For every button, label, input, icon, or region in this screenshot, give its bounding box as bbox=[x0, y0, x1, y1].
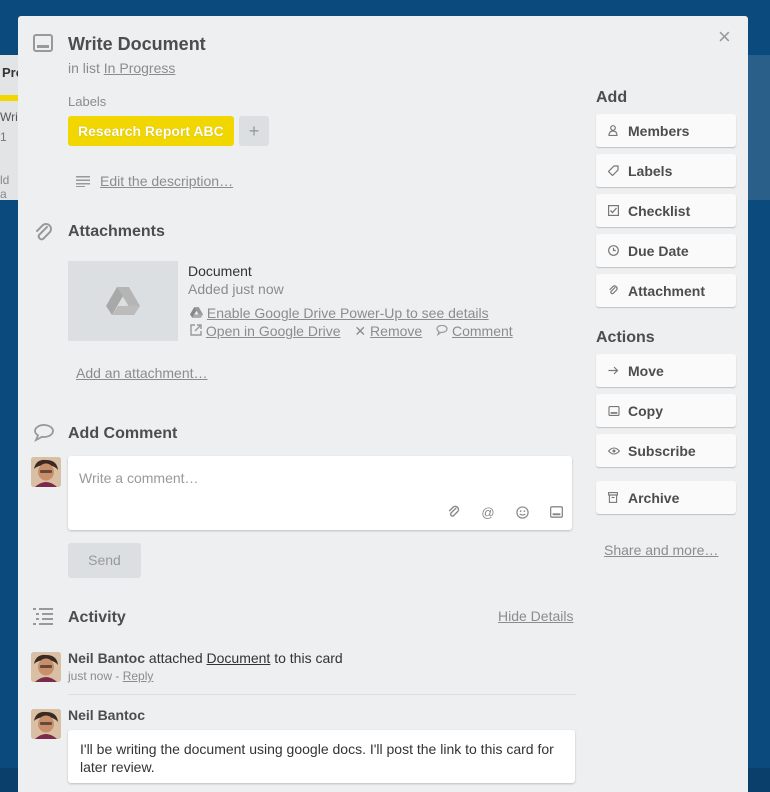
activity-action: attached bbox=[148, 650, 203, 666]
due-date-label: Due Date bbox=[628, 242, 689, 259]
attachment-button[interactable]: Attachment bbox=[596, 274, 736, 307]
avatar[interactable] bbox=[31, 652, 61, 682]
activity-heading: Activity bbox=[68, 609, 126, 626]
share-and-more-link[interactable]: Share and more… bbox=[604, 542, 718, 558]
comment-input[interactable] bbox=[68, 456, 572, 500]
in-list-text: in list In Progress bbox=[68, 60, 175, 76]
activity-time: just now bbox=[68, 669, 113, 683]
comment-author[interactable]: Neil Bantoc bbox=[68, 707, 145, 723]
description-icon bbox=[76, 174, 90, 190]
attachment-actions: Open in Google Drive ✕ Remove Comment bbox=[190, 323, 513, 340]
card-title[interactable]: Write Document bbox=[68, 34, 206, 55]
members-button[interactable]: Members bbox=[596, 114, 736, 147]
checkbox-icon bbox=[608, 205, 624, 216]
card-icon bbox=[608, 405, 624, 416]
reply-link[interactable]: Reply bbox=[123, 669, 154, 683]
activity-separator: - bbox=[115, 669, 120, 683]
attachment-label: Attachment bbox=[628, 282, 706, 299]
background-card-label bbox=[0, 95, 18, 101]
person-icon bbox=[608, 125, 624, 136]
labels-heading: Labels bbox=[68, 94, 107, 109]
attachments-heading: Attachments bbox=[68, 223, 165, 240]
card-icon bbox=[33, 34, 53, 55]
attachment-name: Document bbox=[188, 263, 252, 279]
comment-text[interactable]: I'll be writing the document using googl… bbox=[68, 730, 575, 783]
add-label-button[interactable]: + bbox=[239, 116, 269, 146]
mention-icon[interactable]: @ bbox=[480, 504, 496, 520]
subscribe-label: Subscribe bbox=[628, 442, 696, 459]
labels-label: Labels bbox=[628, 162, 673, 179]
background-list: Pro Write 1 ld a bbox=[0, 55, 28, 201]
edit-description-link[interactable]: Edit the description… bbox=[100, 173, 233, 189]
add-heading: Add bbox=[596, 89, 628, 106]
activity-meta: just now - Reply bbox=[68, 669, 153, 683]
google-drive-icon bbox=[106, 287, 140, 315]
clock-icon bbox=[608, 245, 624, 256]
paperclip-icon bbox=[33, 222, 55, 247]
label-research-report[interactable]: Research Report ABC bbox=[68, 116, 234, 146]
activity-author[interactable]: Neil Bantoc bbox=[68, 650, 145, 666]
add-comment-heading: Add Comment bbox=[68, 425, 178, 442]
copy-label: Copy bbox=[628, 402, 663, 419]
card-link-icon[interactable] bbox=[548, 504, 564, 520]
comment-attachment-link[interactable]: Comment bbox=[452, 323, 513, 339]
background-card-badge: 1 bbox=[0, 130, 7, 144]
external-link-icon bbox=[190, 323, 206, 339]
in-list-prefix: in list bbox=[68, 60, 100, 76]
attachment-thumbnail[interactable] bbox=[68, 261, 178, 341]
eye-icon bbox=[608, 446, 624, 455]
enable-powerup-row: Enable Google Drive Power-Up to see deta… bbox=[190, 305, 489, 321]
activity-suffix: to this card bbox=[274, 650, 343, 666]
divider bbox=[68, 694, 576, 695]
close-icon[interactable]: × bbox=[718, 24, 731, 50]
archive-button[interactable]: Archive bbox=[596, 481, 736, 514]
description-edit[interactable]: Edit the description… bbox=[76, 173, 233, 190]
google-drive-small-icon bbox=[190, 305, 207, 321]
activity-target-link[interactable]: Document bbox=[207, 650, 271, 666]
paperclip-icon[interactable] bbox=[446, 504, 462, 520]
emoji-icon[interactable] bbox=[514, 504, 530, 520]
attachment-added-time: Added just now bbox=[188, 281, 284, 297]
archive-icon bbox=[608, 492, 624, 503]
remove-icon: ✕ bbox=[354, 323, 367, 339]
subscribe-button[interactable]: Subscribe bbox=[596, 434, 736, 467]
move-label: Move bbox=[628, 362, 664, 379]
arrow-right-icon bbox=[608, 366, 624, 375]
remove-attachment-link[interactable]: Remove bbox=[370, 323, 422, 339]
composer-toolbar: @ bbox=[446, 504, 564, 520]
checklist-button[interactable]: Checklist bbox=[596, 194, 736, 227]
move-button[interactable]: Move bbox=[596, 354, 736, 387]
activity-item: Neil Bantoc attached Document to this ca… bbox=[68, 650, 343, 666]
due-date-button[interactable]: Due Date bbox=[596, 234, 736, 267]
activity-icon bbox=[33, 607, 53, 628]
comment-icon bbox=[33, 424, 55, 445]
archive-label: Archive bbox=[628, 489, 680, 506]
copy-button[interactable]: Copy bbox=[596, 394, 736, 427]
checklist-label: Checklist bbox=[628, 202, 691, 219]
comment-composer: @ bbox=[68, 456, 572, 530]
background-add-card: ld a bbox=[0, 173, 10, 201]
tag-icon bbox=[608, 165, 624, 176]
send-button[interactable]: Send bbox=[68, 543, 141, 578]
avatar[interactable] bbox=[31, 709, 61, 739]
add-attachment-link[interactable]: Add an attachment… bbox=[76, 365, 208, 381]
paperclip-icon bbox=[608, 285, 624, 296]
avatar[interactable] bbox=[31, 457, 61, 487]
actions-heading: Actions bbox=[596, 329, 655, 346]
labels-button[interactable]: Labels bbox=[596, 154, 736, 187]
open-in-drive-link[interactable]: Open in Google Drive bbox=[206, 323, 341, 339]
members-label: Members bbox=[628, 122, 690, 139]
hide-details-link[interactable]: Hide Details bbox=[498, 608, 573, 624]
enable-powerup-link[interactable]: Enable Google Drive Power-Up to see deta… bbox=[207, 305, 489, 321]
card-detail-modal: × Write Document in list In Progress Lab… bbox=[18, 16, 748, 792]
background-list-right bbox=[748, 55, 770, 200]
list-name-link[interactable]: In Progress bbox=[104, 60, 176, 76]
comment-small-icon bbox=[436, 323, 452, 339]
